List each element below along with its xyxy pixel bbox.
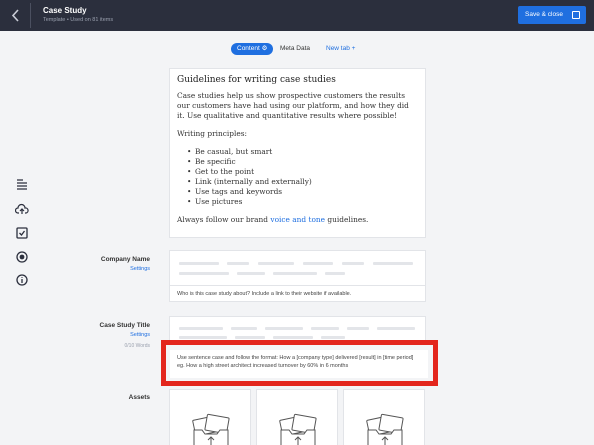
guidelines-card: Guidelines for writing case studies Case… xyxy=(169,68,426,238)
plus-icon: + xyxy=(351,45,356,52)
page-title: Case Study xyxy=(43,6,87,15)
case-study-title-settings-link[interactable]: Settings xyxy=(130,332,150,338)
tab-content[interactable]: Content ⚙ xyxy=(231,43,274,55)
case-study-title-label: Case Study Title xyxy=(99,322,150,329)
tab-meta-data[interactable]: Meta Data xyxy=(280,43,310,55)
list-item: Be specific xyxy=(187,157,418,167)
tab-content-label: Content xyxy=(237,45,260,52)
save-icon xyxy=(572,11,580,19)
guidelines-footer: Always follow our brand voice and tone g… xyxy=(177,215,418,225)
placeholder-line xyxy=(325,272,345,275)
list-item: Link (internally and externally) xyxy=(187,177,418,187)
asset-tile[interactable] xyxy=(169,389,251,445)
placeholder-line xyxy=(179,272,229,275)
placeholder-line xyxy=(273,272,317,275)
list-item: Use pictures xyxy=(187,197,418,207)
placeholder-line xyxy=(258,262,294,265)
page-subtitle: Template • Used on 81 items xyxy=(43,17,114,23)
tab-bar: Content ⚙ Meta Data New tab + xyxy=(0,43,594,55)
list-item: Use tags and keywords xyxy=(187,187,418,197)
tab-new-tab[interactable]: New tab + xyxy=(326,43,355,55)
placeholder-line xyxy=(342,262,364,265)
placeholder-line xyxy=(227,262,249,265)
company-name-hint: Who is this case study about? Include a … xyxy=(177,291,352,297)
placeholder-line xyxy=(235,336,265,339)
principles-list: Be casual, but smart Be specific Get to … xyxy=(177,147,418,207)
placeholder-line xyxy=(347,327,369,330)
placeholder-line xyxy=(231,327,257,330)
placeholder-line xyxy=(373,262,413,265)
placeholder-line xyxy=(179,336,227,339)
placeholder-line xyxy=(273,336,313,339)
image-placeholder-icon xyxy=(279,413,317,445)
placeholder-line xyxy=(179,262,219,265)
header-divider xyxy=(30,3,31,28)
footer-prefix: Always follow our brand xyxy=(177,215,271,224)
voice-and-tone-link[interactable]: voice and tone xyxy=(270,215,325,224)
highlight-box xyxy=(161,340,438,386)
save-close-button[interactable]: Save & close xyxy=(518,6,586,24)
company-name-settings-link[interactable]: Settings xyxy=(130,266,150,272)
gear-icon: ⚙ xyxy=(261,45,268,52)
top-bar: Case Study Template • Used on 81 items S… xyxy=(0,0,594,31)
image-placeholder-icon xyxy=(366,413,404,445)
text-align-icon[interactable] xyxy=(15,177,29,191)
asset-tile[interactable] xyxy=(256,389,338,445)
info-icon[interactable] xyxy=(15,273,29,287)
image-placeholder-icon xyxy=(192,413,230,445)
guidelines-intro: Case studies help us show prospective cu… xyxy=(177,91,409,120)
list-item: Get to the point xyxy=(187,167,418,177)
placeholder-line xyxy=(237,272,265,275)
assets-label: Assets xyxy=(128,394,150,401)
word-count: 0/10 Words xyxy=(124,343,150,349)
placeholder-line xyxy=(265,327,303,330)
list-item: Be casual, but smart xyxy=(187,147,418,157)
radio-icon[interactable] xyxy=(15,250,29,264)
company-name-field[interactable]: Who is this case study about? Include a … xyxy=(169,250,426,302)
chevron-left-icon[interactable] xyxy=(9,7,23,24)
guidelines-title: Guidelines for writing case studies xyxy=(177,75,336,85)
cloud-upload-icon[interactable] xyxy=(14,202,29,216)
checkbox-icon[interactable] xyxy=(15,226,29,240)
placeholder-line xyxy=(303,262,333,265)
principles-heading: Writing principles: xyxy=(177,129,247,138)
tab-new-tab-label: New tab xyxy=(326,45,350,52)
company-name-label: Company Name xyxy=(100,256,150,263)
placeholder-line xyxy=(321,336,345,339)
placeholder-line xyxy=(311,327,339,330)
asset-tile[interactable] xyxy=(343,389,425,445)
tab-meta-data-label: Meta Data xyxy=(280,45,310,52)
placeholder-line xyxy=(377,327,415,330)
save-close-label: Save & close xyxy=(525,11,563,18)
footer-suffix: guidelines. xyxy=(325,215,369,224)
field-divider xyxy=(170,285,425,286)
placeholder-line xyxy=(179,327,223,330)
